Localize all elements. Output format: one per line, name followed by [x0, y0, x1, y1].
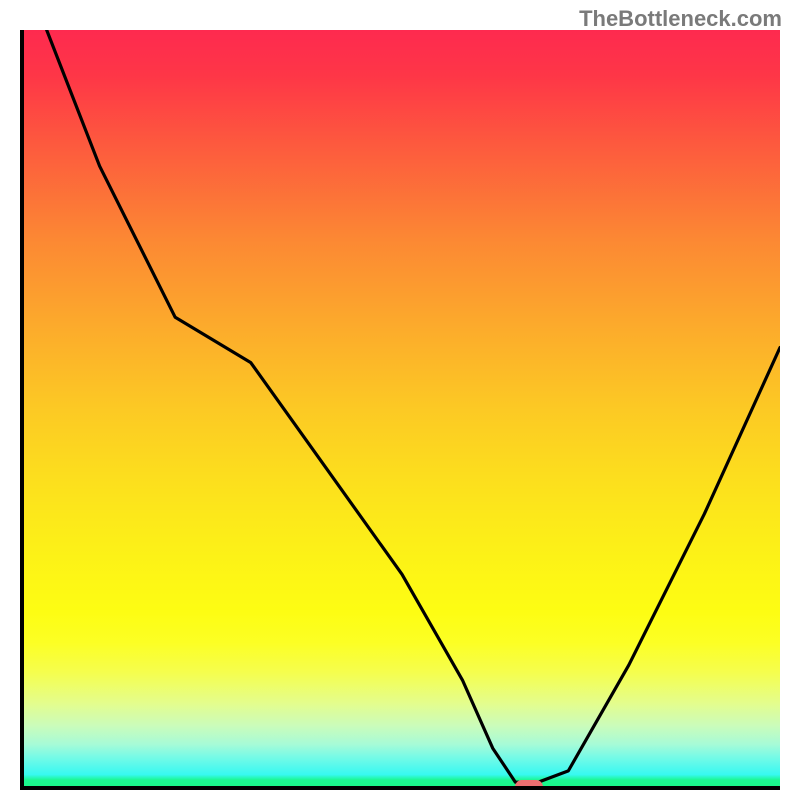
watermark-text: TheBottleneck.com — [579, 6, 782, 32]
plot-area — [20, 30, 780, 790]
bottleneck-curve — [47, 30, 780, 782]
optimal-point-marker — [515, 780, 543, 790]
curve-svg — [24, 30, 780, 786]
